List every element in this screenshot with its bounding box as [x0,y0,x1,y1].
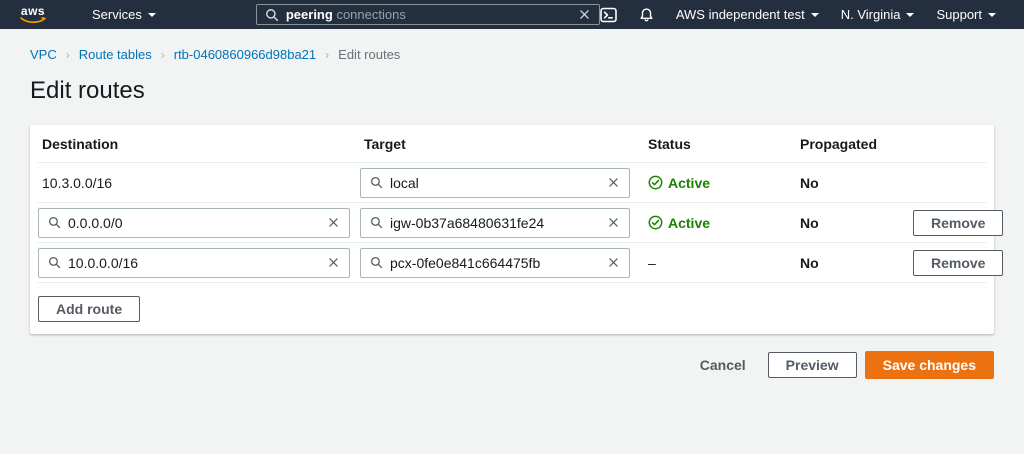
status-label: Active [668,215,710,231]
chevron-down-icon [906,13,914,17]
breadcrumb-separator-icon: › [325,48,329,62]
column-header-target: Target [360,136,630,152]
propagated-value: No [800,175,895,191]
clear-destination-icon[interactable] [327,216,340,229]
breadcrumb-route-table-id-link[interactable]: rtb-0460860966d98ba21 [174,47,316,62]
destination-input[interactable] [68,255,320,271]
column-header-propagated: Propagated [800,136,895,152]
breadcrumb: VPC › Route tables › rtb-0460860966d98ba… [0,29,1024,62]
route-status: – [640,255,790,271]
target-input[interactable] [390,215,600,231]
chevron-down-icon [988,13,996,17]
destination-input[interactable] [68,215,320,231]
column-header-destination: Destination [38,136,350,152]
breadcrumb-separator-icon: › [161,48,165,62]
global-search[interactable]: peering connections [256,4,600,25]
save-changes-button[interactable]: Save changes [865,351,994,379]
footer-actions: Cancel Preview Save changes [30,351,994,379]
remove-route-button[interactable]: Remove [913,210,1003,236]
breadcrumb-separator-icon: › [66,48,70,62]
add-route-button[interactable]: Add route [38,296,140,322]
services-menu[interactable]: Services [92,7,156,22]
cloudshell-icon[interactable] [600,7,617,23]
target-select-local[interactable] [360,168,630,198]
aws-logo[interactable]: aws [20,6,46,24]
route-row-local: 10.3.0.0/16 Active No [38,163,986,203]
services-menu-label: Services [92,7,142,22]
search-query-text: peering [286,7,333,22]
clear-target-icon[interactable] [607,256,620,269]
region-menu-label: N. Virginia [841,7,901,22]
column-header-status: Status [640,136,790,152]
search-icon [48,256,61,269]
target-input[interactable] [390,175,600,191]
topbar: aws Services peering connections AWS ind… [0,0,1024,29]
support-menu[interactable]: Support [936,7,996,22]
search-suggestion-text: connections [333,7,406,22]
breadcrumb-route-tables-link[interactable]: Route tables [79,47,152,62]
clear-destination-icon[interactable] [327,256,340,269]
search-icon [370,176,383,189]
destination-value: 10.3.0.0/16 [38,175,350,191]
search-icon [370,256,383,269]
route-status: Active [640,215,790,231]
search-icon [265,8,279,22]
status-label: Active [668,175,710,191]
remove-route-button[interactable]: Remove [913,250,1003,276]
target-select-igw[interactable] [360,208,630,238]
destination-select[interactable] [38,208,350,238]
breadcrumb-current: Edit routes [338,47,400,62]
cancel-button[interactable]: Cancel [686,351,760,379]
support-menu-label: Support [936,7,982,22]
notifications-bell-icon[interactable] [639,7,654,23]
routes-panel: Destination Target Status Propagated 10.… [30,125,994,334]
topbar-right-group: AWS independent test N. Virginia Support [600,7,1010,23]
clear-target-icon[interactable] [607,176,620,189]
route-row-igw: Active No Remove [38,203,986,243]
account-menu-label: AWS independent test [676,7,805,22]
destination-select[interactable] [38,248,350,278]
search-icon [48,216,61,229]
routes-table-header: Destination Target Status Propagated [38,125,986,163]
aws-logo-text: aws [21,6,45,17]
account-menu[interactable]: AWS independent test [676,7,819,22]
breadcrumb-vpc-link[interactable]: VPC [30,47,57,62]
propagated-value: No [800,255,895,271]
route-row-pcx: – No Remove [38,243,986,283]
clear-target-icon[interactable] [607,216,620,229]
status-active-icon [648,175,663,190]
target-select-pcx[interactable] [360,248,630,278]
page-title: Edit routes [30,77,1024,105]
preview-button[interactable]: Preview [768,352,857,378]
propagated-value: No [800,215,895,231]
aws-smile-icon [20,17,46,24]
route-status: Active [640,175,790,191]
region-menu[interactable]: N. Virginia [841,7,915,22]
status-active-icon [648,215,663,230]
chevron-down-icon [148,13,156,17]
search-icon [370,216,383,229]
search-clear-icon[interactable] [578,8,591,21]
chevron-down-icon [811,13,819,17]
target-input[interactable] [390,255,600,271]
